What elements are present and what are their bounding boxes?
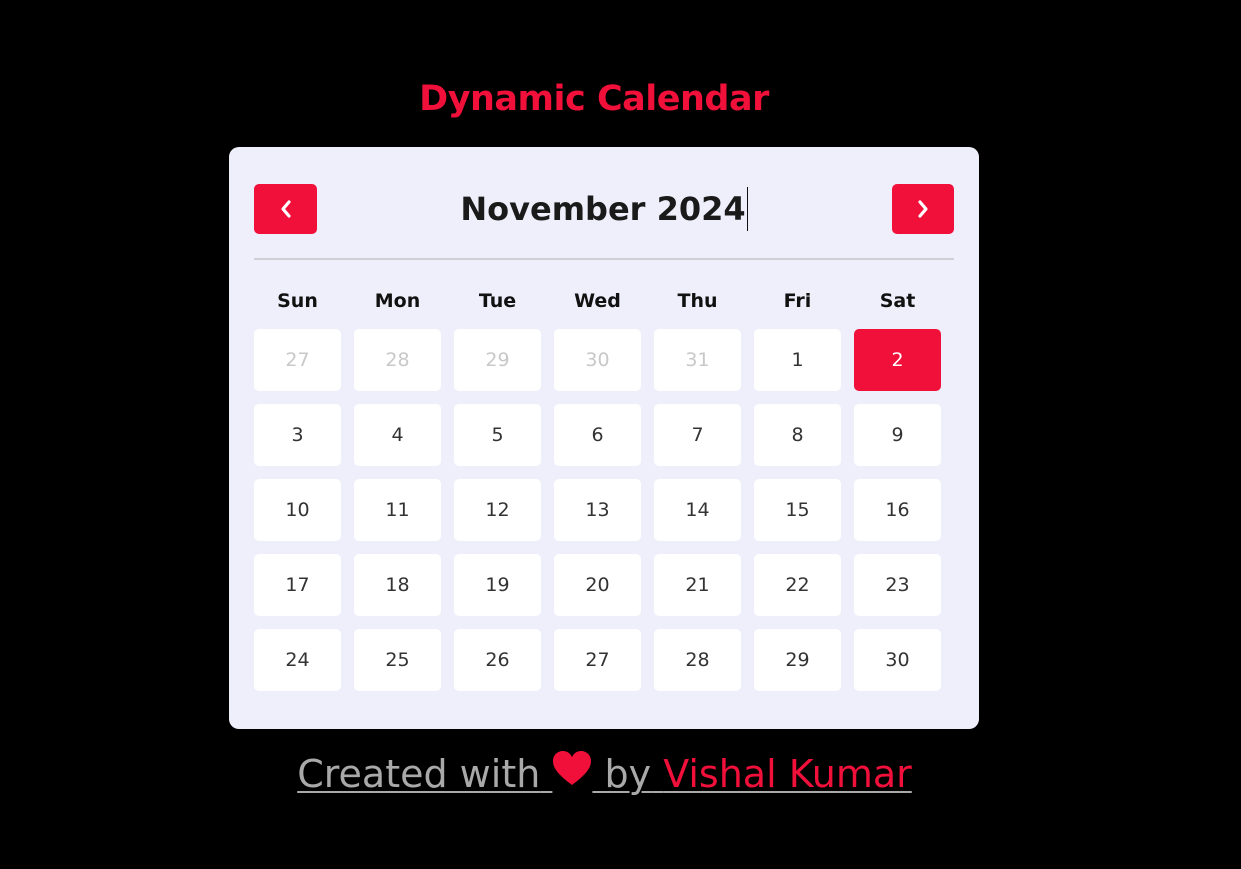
weekday-header-row: Sun Mon Tue Wed Thu Fri Sat [254,287,954,315]
day-cell[interactable]: 22 [754,554,841,616]
month-year-label: November 2024 [460,190,746,228]
day-cell[interactable]: 30 [854,629,941,691]
day-cell[interactable]: 20 [554,554,641,616]
day-cell[interactable]: 4 [354,404,441,466]
text-caret [746,187,748,231]
day-cell[interactable]: 17 [254,554,341,616]
day-cell[interactable]: 21 [654,554,741,616]
heart-icon [552,749,592,797]
day-cell[interactable]: 16 [854,479,941,541]
day-cell-inactive[interactable]: 28 [354,329,441,391]
author-name: Vishal Kumar [663,752,912,796]
day-cell[interactable]: 28 [654,629,741,691]
day-cell[interactable]: 10 [254,479,341,541]
weekday-label-sat: Sat [879,290,916,312]
day-cell[interactable]: 12 [454,479,541,541]
weekday-label-mon: Mon [374,290,421,312]
day-cell-inactive[interactable]: 27 [254,329,341,391]
created-with-text: Created with [297,752,541,796]
weekday-label-thu: Thu [677,290,718,312]
header-divider [254,258,954,260]
day-cell[interactable]: 14 [654,479,741,541]
month-year-header: November 2024 [329,187,879,233]
day-cell[interactable]: 13 [554,479,641,541]
day-cell[interactable]: 24 [254,629,341,691]
day-cell[interactable]: 1 [754,329,841,391]
day-cell[interactable]: 19 [454,554,541,616]
day-cell[interactable]: 3 [254,404,341,466]
weekday-label-tue: Tue [478,290,517,312]
day-cell-inactive[interactable]: 31 [654,329,741,391]
weekday-label-wed: Wed [574,290,621,312]
day-cell-inactive[interactable]: 30 [554,329,641,391]
day-cell[interactable]: 26 [454,629,541,691]
day-cell-inactive[interactable]: 29 [454,329,541,391]
day-cell[interactable]: 29 [754,629,841,691]
by-text: by [604,752,652,796]
weekday-label-sun: Sun [277,290,318,312]
day-cell[interactable]: 11 [354,479,441,541]
day-cell[interactable]: 27 [554,629,641,691]
day-cell[interactable]: 8 [754,404,841,466]
day-cell[interactable]: 5 [454,404,541,466]
prev-month-button[interactable] [254,184,317,234]
chevron-right-icon [916,199,930,219]
footer-link[interactable]: Created with by Vishal Kumar [297,749,912,797]
page-title: Dynamic Calendar [419,79,769,119]
next-month-button[interactable] [892,184,954,234]
day-cell[interactable]: 18 [354,554,441,616]
day-cell[interactable]: 9 [854,404,941,466]
footer-credit: Created with by Vishal Kumar [0,750,1209,801]
calendar-card: November 2024 Sun Mon Tue Wed Thu Fri Sat 27 28… [229,147,979,729]
weekday-label-fri: Fri [783,290,812,312]
day-cell[interactable]: 25 [354,629,441,691]
day-cell[interactable]: 15 [754,479,841,541]
day-cell[interactable]: 6 [554,404,641,466]
day-cell-today[interactable]: 2 [854,329,941,391]
day-cell[interactable]: 7 [654,404,741,466]
chevron-left-icon [279,199,293,219]
day-cell[interactable]: 23 [854,554,941,616]
